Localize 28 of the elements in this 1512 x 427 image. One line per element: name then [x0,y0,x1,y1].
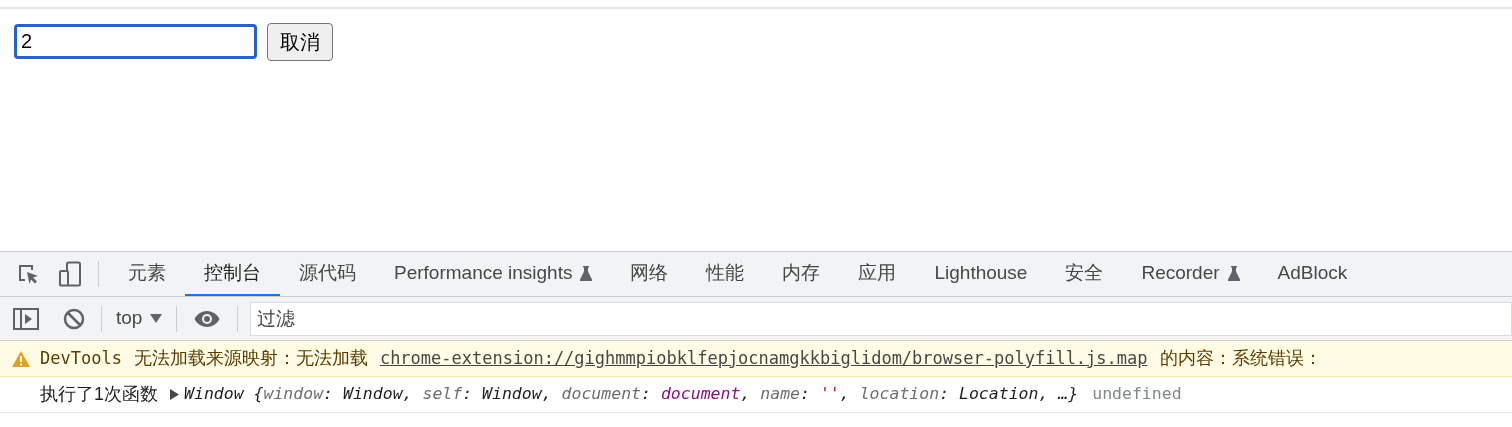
devtools-tab[interactable]: Recorder [1122,252,1259,296]
log-message: 执行了1次函数 [40,383,158,406]
clear-icon[interactable] [63,307,85,330]
devtools-tab[interactable]: Performance insights [375,252,612,296]
cancel-button[interactable]: 取消 [267,23,333,61]
devtools-tab[interactable]: Lighthouse [915,252,1047,296]
devtools-tab[interactable]: 网络 [611,252,688,296]
context-dropdown[interactable]: top [102,304,177,333]
warning-icon [12,350,30,367]
devtools-tab[interactable]: 性能 [687,252,764,296]
return-value: undefined [1092,383,1182,406]
text-field[interactable]: 2 [14,24,257,59]
source-map-link[interactable]: chrome-extension://gighmmpiobklfepjocnamgkkbiglidom/browser-polyfill.js.map [379,345,1148,372]
caret-icon [150,314,163,323]
sidebar-icon[interactable] [13,307,39,330]
devtools-tab[interactable]: 源代码 [280,252,375,296]
warning-message: DevTools 无法加载来源映射：无法加载 chrome-extension://gighmmpiobklfepjocnamgkkbiglidom/browser-polyfill.js.map 的内容：系统错误： [40,345,1322,372]
devtools-tab[interactable]: 应用 [839,252,916,296]
inspect-icon[interactable] [16,262,40,286]
devtools-tab[interactable]: 安全 [1046,252,1123,296]
devtools-tab[interactable]: AdBlock [1258,252,1367,296]
devtools-tab[interactable]: 元素 [109,252,185,296]
filter-field[interactable]: 过滤 [250,301,1512,336]
devtools-tab[interactable]: 内存 [763,252,840,296]
expand-icon[interactable] [170,389,179,400]
object-preview[interactable]: Window {window: Window, self: Window, document: document, name: '', location: Location, …} [184,382,1079,407]
eye-icon[interactable] [193,309,222,328]
device-icon[interactable] [58,261,82,287]
